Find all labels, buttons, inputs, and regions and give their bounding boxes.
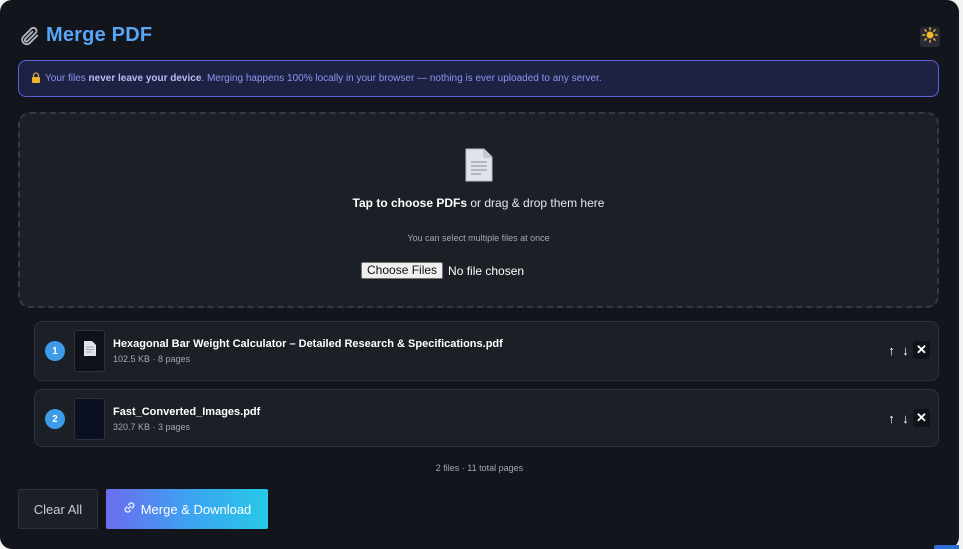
file-thumbnail [74, 398, 105, 440]
file-meta: 102.5 KB · 8 pages [113, 354, 191, 364]
file-list-item[interactable]: 2 Fast_Converted_Images.pdf 320.7 KB · 3… [34, 389, 939, 447]
document-icon [464, 147, 494, 188]
sun-icon [922, 26, 938, 48]
remove-file-button[interactable]: ✕ [913, 341, 930, 359]
header: Merge PDF [18, 24, 152, 47]
merge-button-label: Merge & Download [140, 501, 252, 517]
theme-toggle-button[interactable] [920, 26, 940, 48]
page-title: Merge PDF [46, 24, 153, 46]
file-actions: ↑ ↓ ✕ [885, 341, 930, 359]
file-input-status: No file chosen [448, 263, 525, 278]
file-index-badge: 1 [45, 341, 65, 361]
dropzone-instructions: Tap to choose PDFs or drag & drop them h… [352, 196, 605, 210]
file-input[interactable]: Choose Files No file chosen [361, 262, 524, 279]
file-thumbnail [74, 330, 105, 372]
pdf-dropzone[interactable]: Tap to choose PDFs or drag & drop them h… [18, 112, 939, 308]
notice-text: Your files never leave your device. Merg… [45, 73, 602, 84]
move-up-button[interactable]: ↑ [885, 341, 898, 359]
app-window: Merge PDF Your files never leave your de… [0, 0, 959, 549]
file-meta: 320.7 KB · 3 pages [113, 422, 191, 432]
dropzone-hint: You can select multiple files at once [407, 233, 550, 243]
move-up-button[interactable]: ↑ [885, 409, 898, 427]
clear-all-button[interactable]: Clear All [18, 489, 98, 529]
choose-files-button[interactable]: Choose Files [361, 262, 444, 279]
move-down-button[interactable]: ↓ [899, 341, 912, 359]
remove-file-button[interactable]: ✕ [913, 409, 930, 427]
file-name: Hexagonal Bar Weight Calculator – Detail… [113, 338, 503, 350]
paperclip-icon [18, 25, 40, 47]
file-actions: ↑ ↓ ✕ [885, 409, 930, 427]
files-summary: 2 files · 11 total pages [435, 463, 524, 473]
file-name: Fast_Converted_Images.pdf [113, 406, 261, 418]
move-down-button[interactable]: ↓ [899, 409, 912, 427]
file-index-badge: 2 [45, 409, 65, 429]
document-icon [83, 340, 97, 362]
lock-icon [31, 71, 41, 86]
privacy-notice: Your files never leave your device. Merg… [18, 60, 939, 97]
file-list-item[interactable]: 1 Hexagonal Bar Weight Calculator – Deta… [34, 321, 939, 381]
corner-accent [934, 545, 959, 549]
merge-download-button[interactable]: Merge & Download [106, 489, 268, 529]
link-icon [123, 501, 136, 517]
